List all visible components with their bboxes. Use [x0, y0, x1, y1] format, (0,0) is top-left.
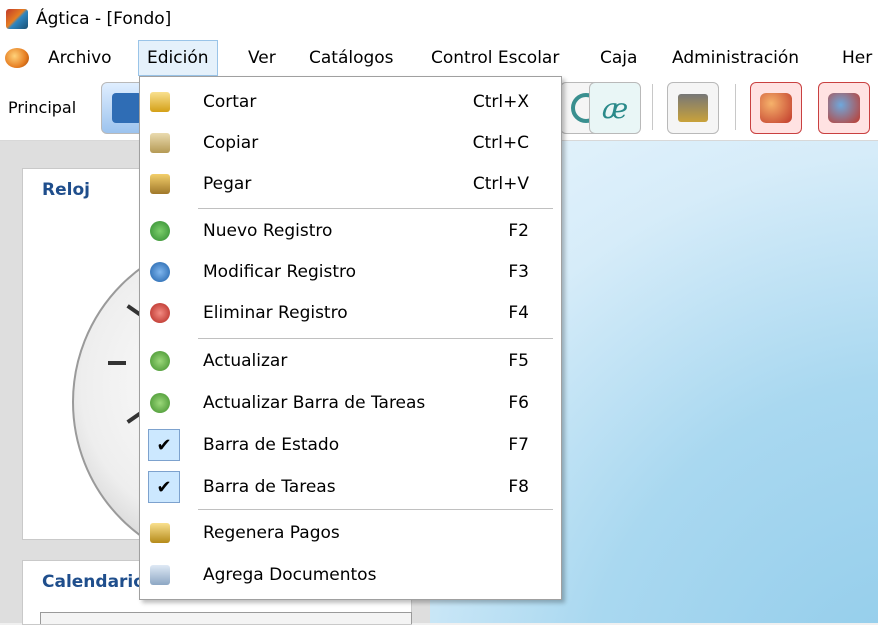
menu-item-label: Copiar [203, 133, 259, 153]
toolbar-label: Principal [8, 98, 77, 117]
user-settings-icon [828, 93, 860, 123]
script-icon: æ [601, 91, 629, 125]
menu-item-shortcut: Ctrl+V [472, 174, 529, 194]
menu-item-copiar[interactable]: Copiar Ctrl+C [140, 123, 561, 163]
menu-item-shortcut: F7 [508, 435, 529, 455]
clock-panel-title: Reloj [42, 180, 90, 200]
system-menu-icon[interactable] [5, 48, 29, 68]
menu-item-label: Barra de Tareas [203, 477, 336, 497]
menu-separator [198, 509, 553, 510]
regenerate-payments-icon [150, 523, 170, 543]
clock-tick [108, 361, 126, 365]
menu-caja[interactable]: Caja [600, 40, 637, 76]
menu-item-barra-de-estado[interactable]: ✔ Barra de Estado F7 [140, 425, 561, 465]
window-title: Ágtica - [Fondo] [36, 9, 172, 29]
menu-item-shortcut: F6 [508, 393, 529, 413]
menu-item-label: Modificar Registro [203, 262, 357, 282]
menu-catalogos[interactable]: Catálogos [309, 40, 394, 76]
refresh-icon [150, 351, 170, 371]
menu-item-label: Actualizar [203, 351, 288, 371]
menu-archivo[interactable]: Archivo [48, 40, 112, 76]
menu-administracion[interactable]: Administración [672, 40, 799, 76]
menu-item-shortcut: Ctrl+C [472, 133, 529, 153]
menu-control-escolar[interactable]: Control Escolar [431, 40, 559, 76]
menu-edicion[interactable]: Edición [138, 40, 218, 76]
edit-menu-dropdown: Cortar Ctrl+X Copiar Ctrl+C Pegar Ctrl+V… [139, 76, 562, 600]
calendar-control[interactable] [40, 612, 412, 624]
menu-item-label: Regenera Pagos [203, 523, 340, 543]
users-icon [760, 93, 792, 123]
menu-item-barra-de-tareas[interactable]: ✔ Barra de Tareas F8 [140, 467, 561, 507]
toolbar-user-settings-button[interactable] [818, 82, 870, 134]
menu-item-shortcut: F8 [508, 477, 529, 497]
cash-register-icon [678, 94, 708, 122]
menu-herramientas[interactable]: Her [842, 40, 872, 76]
menu-item-shortcut: F4 [508, 303, 529, 323]
toolbar-script-button[interactable]: æ [589, 82, 641, 134]
refresh-taskbar-icon [150, 393, 170, 413]
add-record-icon [150, 221, 170, 241]
paste-icon [150, 174, 170, 194]
menu-item-label: Pegar [203, 174, 252, 194]
title-bar: Ágtica - [Fondo] [0, 0, 878, 40]
app-logo-icon [6, 9, 28, 29]
toolbar-cash-register-button[interactable] [667, 82, 719, 134]
cut-icon [150, 92, 170, 112]
menu-separator [198, 208, 553, 209]
delete-record-icon [150, 303, 170, 323]
toolbar-users-button[interactable] [750, 82, 802, 134]
copy-icon [150, 133, 170, 153]
menu-item-agrega-documentos[interactable]: Agrega Documentos [140, 555, 561, 595]
menu-item-label: Agrega Documentos [203, 565, 377, 585]
menu-ver[interactable]: Ver [248, 40, 276, 76]
menu-item-eliminar-registro[interactable]: Eliminar Registro F4 [140, 293, 561, 333]
menu-item-label: Eliminar Registro [203, 303, 348, 323]
check-icon: ✔ [148, 471, 180, 503]
edit-record-icon [150, 262, 170, 282]
menu-item-actualizar-barra-de-tareas[interactable]: Actualizar Barra de Tareas F6 [140, 383, 561, 423]
menu-item-actualizar[interactable]: Actualizar F5 [140, 341, 561, 381]
menu-item-label: Barra de Estado [203, 435, 340, 455]
menu-item-shortcut: Ctrl+X [472, 92, 529, 112]
check-icon: ✔ [148, 429, 180, 461]
menu-separator [198, 338, 553, 339]
menu-item-label: Nuevo Registro [203, 221, 333, 241]
home-icon [112, 93, 142, 123]
menu-item-shortcut: F3 [508, 262, 529, 282]
menu-item-cortar[interactable]: Cortar Ctrl+X [140, 82, 561, 122]
menu-item-shortcut: F5 [508, 351, 529, 371]
menu-item-regenera-pagos[interactable]: Regenera Pagos [140, 513, 561, 553]
toolbar-separator [652, 84, 653, 130]
add-documents-icon [150, 565, 170, 585]
calendar-panel-title: Calendario [42, 572, 145, 592]
menu-item-modificar-registro[interactable]: Modificar Registro F3 [140, 252, 561, 292]
menu-item-label: Actualizar Barra de Tareas [203, 393, 426, 413]
menu-item-pegar[interactable]: Pegar Ctrl+V [140, 164, 561, 204]
menu-item-nuevo-registro[interactable]: Nuevo Registro F2 [140, 211, 561, 251]
menu-item-shortcut: F2 [508, 221, 529, 241]
menu-item-label: Cortar [203, 92, 257, 112]
toolbar-separator [735, 84, 736, 130]
